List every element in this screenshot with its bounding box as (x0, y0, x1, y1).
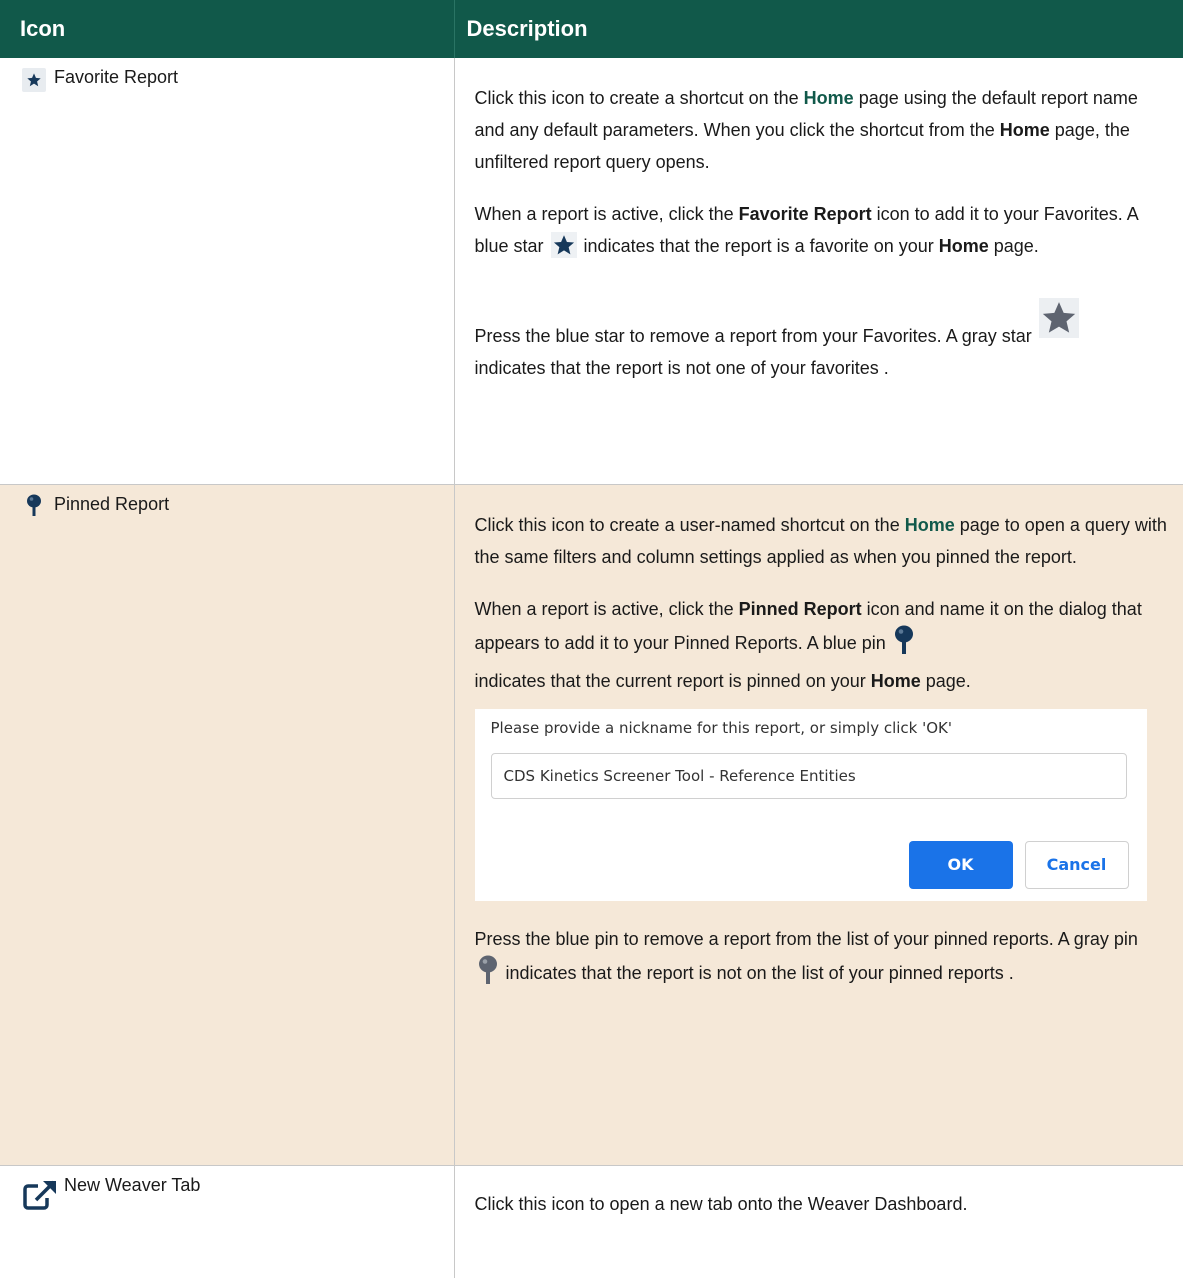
table-row: New Weaver Tab Click this icon to open a… (0, 1166, 1183, 1278)
blue-star-icon (551, 232, 577, 268)
blue-pin-icon (893, 625, 915, 665)
description-paragraph: Click this icon to create a user-named s… (475, 509, 1168, 573)
icon-reference-table: Icon Description Favorite Report Click t… (0, 0, 1183, 1278)
home-link[interactable]: Home (905, 515, 955, 535)
description-paragraph: Click this icon to create a shortcut on … (475, 82, 1168, 178)
description-paragraph: When a report is active, click the Pinne… (475, 593, 1168, 697)
dialog-buttons: OK Cancel (909, 841, 1129, 889)
column-header-description: Description (454, 0, 1183, 58)
description-paragraph: Press the blue pin to remove a report fr… (475, 923, 1168, 995)
table-row: Pinned Report Click this icon to create … (0, 485, 1183, 1166)
icon-label-favorite: Favorite Report (22, 66, 454, 92)
nickname-input[interactable]: CDS Kinetics Screener Tool - Reference E… (491, 753, 1127, 799)
ok-button[interactable]: OK (909, 841, 1013, 889)
table-header-row: Icon Description (0, 0, 1183, 58)
cancel-button[interactable]: Cancel (1025, 841, 1129, 889)
external-link-icon (22, 1178, 62, 1212)
table-row: Favorite Report Click this icon to creat… (0, 58, 1183, 485)
icon-label-pinned: Pinned Report (22, 493, 454, 517)
nickname-dialog: Please provide a nickname for this repor… (475, 709, 1147, 901)
column-header-icon: Icon (0, 0, 454, 58)
icon-name: Favorite Report (54, 66, 178, 88)
description-paragraph: When a report is active, click the Favor… (475, 198, 1168, 268)
description-paragraph: Press the blue star to remove a report f… (475, 298, 1168, 384)
home-link[interactable]: Home (804, 88, 854, 108)
star-icon (22, 68, 46, 92)
pin-icon (22, 493, 46, 517)
dialog-prompt: Please provide a nickname for this repor… (491, 717, 1131, 739)
icon-name: New Weaver Tab (64, 1174, 200, 1196)
icon-name: Pinned Report (54, 493, 169, 515)
gray-star-icon (1039, 298, 1079, 348)
gray-pin-icon (477, 955, 499, 995)
icon-label-new-tab: New Weaver Tab (22, 1174, 454, 1212)
description-paragraph: Click this icon to open a new tab onto t… (475, 1188, 1168, 1220)
